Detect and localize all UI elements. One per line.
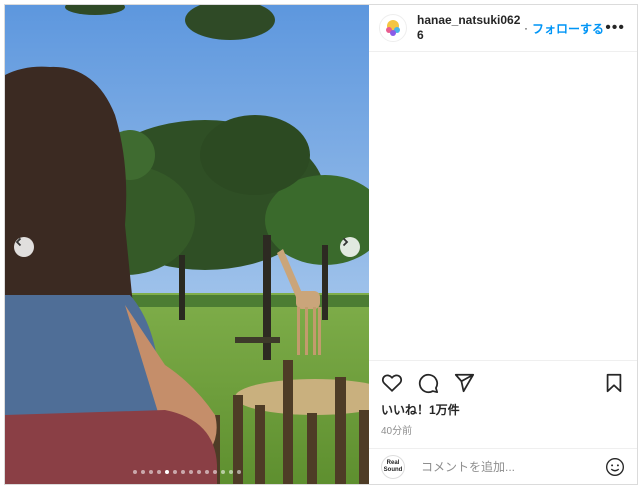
carousel-dot bbox=[141, 470, 145, 474]
carousel-dot bbox=[133, 470, 137, 474]
likes-count[interactable]: いいね！1万件 bbox=[381, 401, 625, 418]
carousel-dot bbox=[205, 470, 209, 474]
username-link[interactable]: hanae_natsuki0626 bbox=[417, 13, 522, 43]
post-header: hanae_natsuki0626 · フォローする ••• bbox=[369, 5, 637, 52]
carousel-dot bbox=[149, 470, 153, 474]
instagram-post: hanae_natsuki0626 · フォローする ••• いいね！1万件 4… bbox=[4, 4, 638, 485]
photo-scene bbox=[5, 5, 369, 484]
carousel-indicator bbox=[5, 470, 369, 474]
separator-dot: · bbox=[524, 21, 528, 35]
carousel-dot bbox=[197, 470, 201, 474]
carousel-dot bbox=[221, 470, 225, 474]
carousel-dot bbox=[237, 470, 241, 474]
commenter-avatar: Real Sound bbox=[381, 455, 405, 479]
post-photo[interactable] bbox=[5, 5, 369, 484]
more-options-button[interactable]: ••• bbox=[605, 19, 625, 37]
post-sidebar: hanae_natsuki0626 · フォローする ••• いいね！1万件 4… bbox=[369, 5, 637, 484]
chevron-left-icon bbox=[15, 237, 22, 247]
carousel-dot bbox=[213, 470, 217, 474]
emoji-icon[interactable] bbox=[605, 457, 625, 477]
chevron-right-icon bbox=[342, 237, 349, 247]
comment-icon[interactable] bbox=[417, 372, 439, 394]
follow-button[interactable]: フォローする bbox=[532, 20, 604, 37]
carousel-dot bbox=[189, 470, 193, 474]
share-icon[interactable] bbox=[453, 372, 475, 394]
comment-input[interactable] bbox=[419, 459, 593, 475]
action-icons-row bbox=[381, 371, 625, 395]
post-actions: いいね！1万件 40分前 bbox=[369, 360, 637, 437]
next-slide-button[interactable] bbox=[340, 237, 360, 257]
carousel-dot bbox=[173, 470, 177, 474]
carousel-dot bbox=[165, 470, 169, 474]
carousel-dot bbox=[157, 470, 161, 474]
avatar[interactable] bbox=[379, 14, 407, 42]
avatar-image bbox=[381, 16, 405, 40]
carousel-dot bbox=[181, 470, 185, 474]
bookmark-icon[interactable] bbox=[603, 372, 625, 394]
comment-bar: Real Sound bbox=[369, 448, 637, 485]
carousel-dot bbox=[229, 470, 233, 474]
more-horizontal-icon: ••• bbox=[605, 19, 625, 36]
heart-icon[interactable] bbox=[381, 372, 403, 394]
post-timestamp[interactable]: 40分前 bbox=[381, 422, 625, 437]
previous-slide-button[interactable] bbox=[14, 237, 34, 257]
